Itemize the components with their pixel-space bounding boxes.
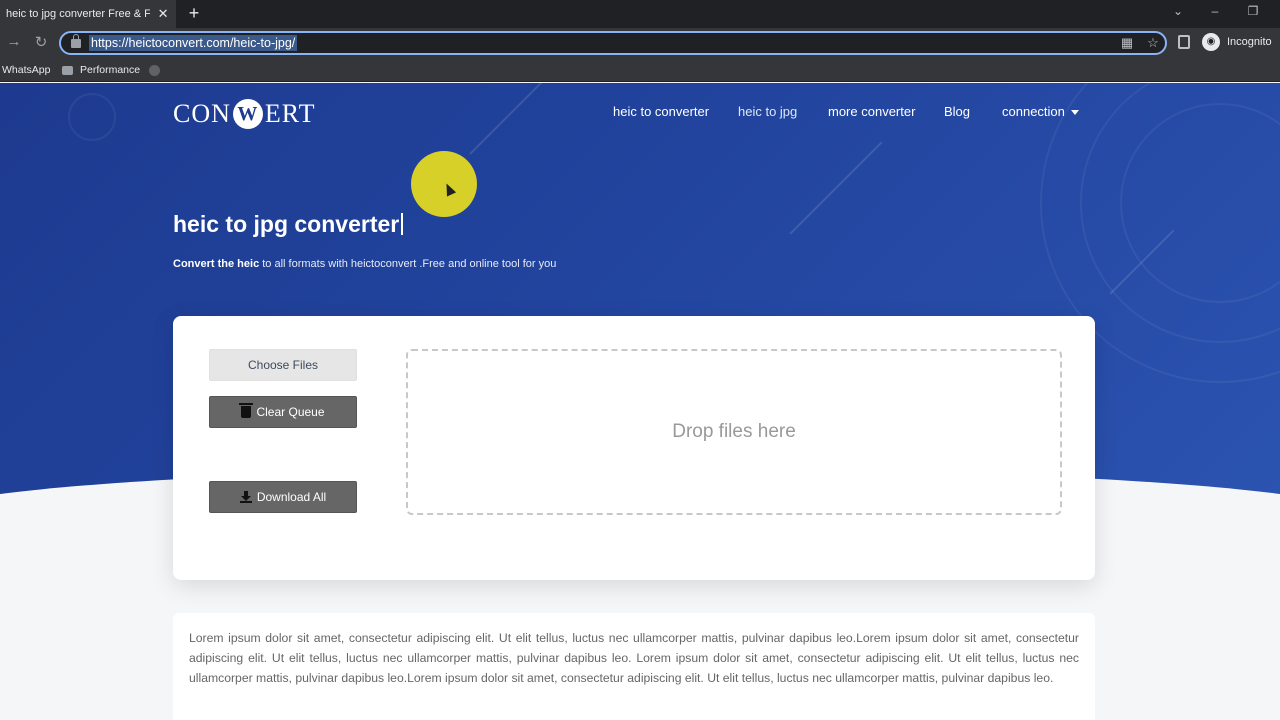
clear-queue-button[interactable]: Clear Queue [209,396,357,428]
tab-title: heic to jpg converter Free & Fast [6,8,151,20]
forward-icon[interactable]: → [4,33,24,50]
upload-card: Choose Files Clear Queue Download All Dr… [173,316,1095,580]
incognito-label: Incognito [1227,36,1272,48]
download-all-button[interactable]: Download All [209,481,357,513]
browser-toolbar: → ↻ https://heictoconvert.com/heic-to-jp… [0,28,1280,58]
nav-blog[interactable]: Blog [944,104,970,119]
decor-ring [68,93,116,141]
description-text: Lorem ipsum dolor sit amet, consectetur … [189,631,1079,685]
bookmark-star-icon[interactable]: ☆ [1145,35,1161,51]
close-tab-icon[interactable]: ✕ [156,6,170,22]
nav-connection[interactable]: connection [1002,104,1079,119]
web-page: CON W ERT heic to converter heic to jpg … [0,83,1280,720]
side-panel-icon[interactable] [1178,35,1190,49]
incognito-icon[interactable]: ◉ [1202,33,1220,51]
logo-text-left: CON [173,99,231,128]
hero-subtitle: Convert the heic to all formats with hei… [173,258,556,270]
url-text[interactable]: https://heictoconvert.com/heic-to-jpg/ [89,35,298,51]
browser-tab[interactable]: heic to jpg converter Free & Fast ✕ [0,0,176,28]
hero-subtitle-rest: to all formats with heictoconvert .Free … [259,258,557,270]
nav-connection-label: connection [1002,104,1065,119]
download-all-label: Download All [256,490,327,504]
download-icon [239,491,252,503]
choose-files-button[interactable]: Choose Files [209,349,357,381]
logo-mark-icon: W [232,99,263,129]
drop-zone-label: Drop files here [672,421,796,442]
decor-line [789,141,883,235]
description-card: Lorem ipsum dolor sit amet, consectetur … [173,613,1095,720]
bookmarks-bar: WhatsApp Performance [0,58,1280,82]
qr-code-icon[interactable]: ▦ [1119,35,1135,51]
bookmark-performance[interactable]: Performance [80,64,140,76]
restore-icon[interactable]: ❐ [1243,4,1263,18]
browser-tab-bar: heic to jpg converter Free & Fast ✕ + ⌄ … [0,0,1280,28]
caret-down-icon [1070,110,1079,116]
text-caret [401,213,404,235]
decor-line [469,83,549,155]
lock-icon[interactable] [71,33,81,48]
tab-search-icon[interactable]: ⌄ [1168,4,1188,18]
logo-text-right: ERT [264,99,316,128]
page-title-text: heic to jpg converter [173,211,400,237]
minimize-icon[interactable]: – [1205,4,1225,18]
bookmark-whatsapp[interactable]: WhatsApp [2,64,50,76]
new-tab-button[interactable]: + [184,3,204,24]
hero-subtitle-bold: Convert the heic [173,258,260,270]
drop-zone[interactable]: Drop files here [406,349,1062,515]
reload-icon[interactable]: ↻ [31,33,51,51]
globe-icon[interactable] [149,65,160,76]
performance-icon [62,66,73,75]
clear-queue-label: Clear Queue [256,405,325,419]
nav-more-converter[interactable]: more converter [828,104,915,119]
site-logo[interactable]: CON W ERT [173,99,315,129]
page-title: heic to jpg converter [173,211,404,238]
address-bar[interactable]: https://heictoconvert.com/heic-to-jpg/ ▦… [59,31,1167,55]
nav-heic-to-converter[interactable]: heic to converter [613,104,709,119]
nav-heic-to-jpg[interactable]: heic to jpg [738,104,797,119]
trash-icon [239,403,254,418]
